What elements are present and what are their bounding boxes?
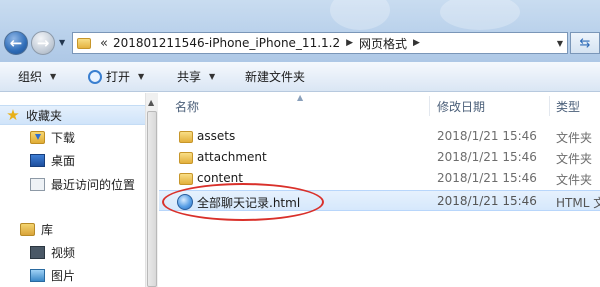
navigation-scrollbar[interactable]: ▲ [145, 93, 158, 287]
recent-pages-dropdown[interactable]: ▼ [59, 38, 65, 47]
nav-libraries[interactable]: 库 [20, 221, 53, 238]
nav-item-label: 下载 [51, 131, 76, 145]
star-icon: ★ [6, 105, 20, 124]
file-date: 2018/1/21 15:46 [437, 150, 537, 164]
column-divider[interactable] [549, 96, 550, 116]
open-button[interactable]: 打开 ▼ [88, 62, 144, 91]
new-folder-label: 新建文件夹 [245, 70, 306, 84]
file-date: 2018/1/21 15:46 [437, 194, 537, 208]
file-date: 2018/1/21 15:46 [437, 171, 537, 185]
folder-icon [179, 131, 193, 143]
browser-icon [88, 69, 102, 84]
column-header-type[interactable]: 类型 [556, 93, 580, 119]
desktop-icon [30, 154, 45, 167]
back-button[interactable]: ← [4, 31, 28, 55]
share-menu[interactable]: 共享 ▼ [177, 62, 215, 91]
command-bar: 组织 ▼ 打开 ▼ 共享 ▼ 新建文件夹 [0, 62, 600, 92]
column-header-label: 修改日期 [437, 99, 486, 114]
breadcrumb-segment[interactable]: 201801211546-iPhone_iPhone_11.1.2 [113, 36, 340, 50]
column-header-date-modified[interactable]: 修改日期 [437, 93, 485, 119]
nav-item-videos[interactable]: 视频 [30, 244, 75, 261]
forward-arrow-icon: → [36, 33, 50, 52]
forward-button[interactable]: → [31, 31, 55, 55]
file-type: 文件夹 [556, 173, 593, 187]
breadcrumb-segment[interactable]: 网页格式 [359, 35, 407, 52]
nav-item-recent-places[interactable]: 最近访问的位置 [30, 176, 135, 193]
scroll-up-icon[interactable]: ▲ [148, 98, 154, 107]
column-header-name[interactable]: 名称 [175, 93, 199, 119]
refresh-button[interactable]: ⇆ [570, 32, 600, 54]
file-row-content[interactable]: content 2018/1/21 15:46 文件夹 [159, 168, 600, 189]
open-label: 打开 [106, 70, 131, 84]
folder-icon [179, 173, 193, 185]
file-name: content [197, 171, 243, 185]
chevron-down-icon: ▼ [138, 72, 145, 81]
aero-glass-decoration [440, 0, 520, 30]
scrollbar-thumb[interactable] [147, 111, 157, 287]
nav-favorites-label: 收藏夹 [26, 108, 63, 123]
library-icon [20, 223, 35, 236]
file-row-attachment[interactable]: attachment 2018/1/21 15:46 文件夹 [159, 147, 600, 168]
column-header-label: 类型 [556, 99, 581, 114]
pictures-library-icon [30, 269, 45, 282]
nav-item-desktop[interactable]: 桌面 [30, 152, 75, 169]
folder-icon [77, 37, 91, 49]
nav-item-downloads[interactable]: 下载 [30, 129, 75, 146]
refresh-icon: ⇆ [579, 35, 591, 51]
file-date: 2018/1/21 15:46 [437, 129, 537, 143]
file-type: 文件夹 [556, 152, 593, 166]
nav-item-label: 桌面 [51, 154, 76, 168]
file-type: 文件夹 [556, 131, 593, 145]
video-library-icon [30, 246, 45, 259]
file-type: HTML 文档 [556, 196, 600, 210]
aero-glass-decoration [330, 0, 390, 30]
download-folder-icon [30, 131, 45, 144]
organize-menu[interactable]: 组织 ▼ [18, 62, 56, 91]
new-folder-button[interactable]: 新建文件夹 [245, 62, 305, 91]
chevron-right-icon[interactable]: ▶ [340, 38, 359, 48]
column-header-label: 名称 [175, 99, 200, 114]
nav-item-label: 视频 [51, 246, 76, 260]
file-row-chat-html[interactable]: 全部聊天记录.html 2018/1/21 15:46 HTML 文档 [159, 190, 600, 211]
address-bar[interactable]: « 201801211546-iPhone_iPhone_11.1.2 ▶ 网页… [72, 32, 568, 54]
navigation-pane: ★ 收藏夹 下载 桌面 最近访问的位置 库 视频 图片 [0, 93, 145, 287]
column-divider[interactable] [429, 96, 430, 116]
file-row-assets[interactable]: assets 2018/1/21 15:46 文件夹 [159, 126, 600, 147]
file-name: assets [197, 129, 236, 143]
share-label: 共享 [177, 70, 202, 84]
back-arrow-icon: ← [9, 33, 23, 52]
organize-label: 组织 [18, 70, 43, 84]
file-name: 全部聊天记录.html [197, 196, 301, 210]
folder-icon [179, 152, 193, 164]
chevron-down-icon: ▼ [50, 72, 57, 81]
file-list: ▲ 名称 修改日期 类型 assets 2018/1/21 15:46 文件夹 … [159, 93, 600, 287]
chevron-down-icon: ▼ [209, 72, 216, 81]
sort-ascending-icon: ▲ [297, 93, 304, 102]
html-file-icon [177, 194, 193, 210]
file-name: attachment [197, 150, 267, 164]
nav-libraries-label: 库 [41, 223, 54, 237]
nav-item-label: 最近访问的位置 [51, 178, 136, 192]
nav-favorites[interactable]: ★ 收藏夹 [0, 105, 145, 125]
chevron-right-icon[interactable]: ▶ [407, 38, 426, 48]
address-dropdown-icon[interactable]: ▼ [553, 39, 567, 48]
window-title-area: ← → ▼ « 201801211546-iPhone_iPhone_11.1.… [0, 0, 600, 62]
recent-places-icon [30, 178, 45, 191]
nav-item-pictures[interactable]: 图片 [30, 267, 75, 284]
breadcrumb-overflow[interactable]: « [95, 36, 113, 51]
nav-item-label: 图片 [51, 269, 76, 283]
